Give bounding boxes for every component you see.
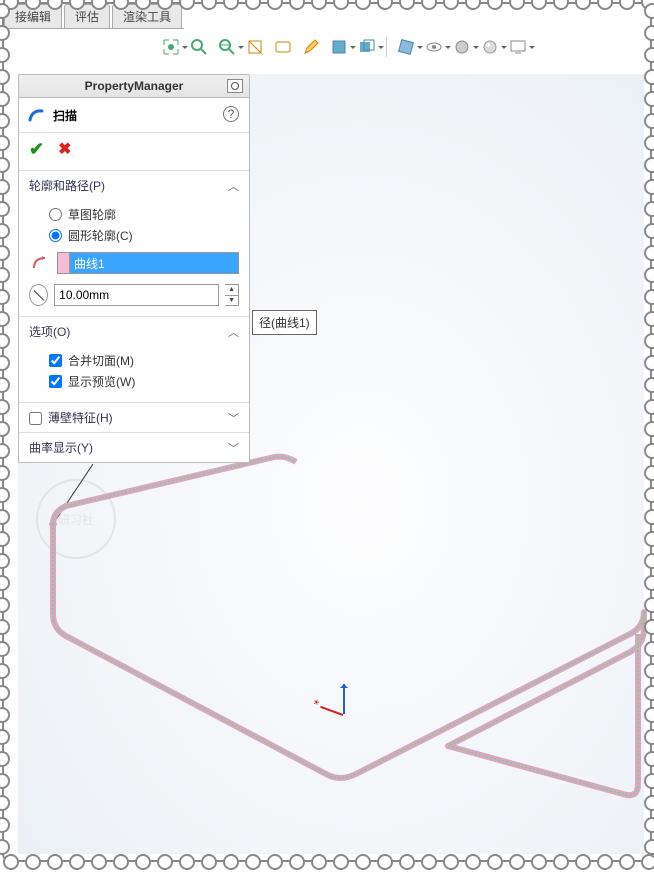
tab-render[interactable]: 渲染工具 xyxy=(112,4,182,28)
thin-feature-checkbox[interactable] xyxy=(29,412,42,425)
pm-confirm-row: ✔ ✖ xyxy=(19,133,249,171)
chevron-down-icon: ﹀ xyxy=(228,440,239,456)
pm-header-title: PropertyManager xyxy=(85,79,184,93)
pencil-icon[interactable] xyxy=(300,36,322,58)
chevron-down-icon: ﹀ xyxy=(228,410,239,426)
path-selection-input[interactable]: 曲线1 xyxy=(57,252,239,274)
chevron-up-icon: ︿ xyxy=(228,324,239,340)
pin-icon[interactable] xyxy=(227,79,243,93)
pm-header: PropertyManager xyxy=(19,75,249,98)
visibility-icon[interactable] xyxy=(423,36,445,58)
hide-show-icon[interactable] xyxy=(356,36,378,58)
display-icon[interactable] xyxy=(507,36,529,58)
property-manager-panel: PropertyManager 扫描 ? ✔ ✖ 轮廓和路径(P) ︿ 草图轮廓… xyxy=(18,74,250,463)
render-icon[interactable] xyxy=(479,36,501,58)
ok-button[interactable]: ✔ xyxy=(29,139,44,160)
command-tabs: 接编辑 评估 渲染工具 xyxy=(4,4,184,29)
section-header[interactable]: 轮廓和路径(P) ︿ xyxy=(19,171,249,200)
diameter-spinner[interactable]: ▲▼ xyxy=(225,284,239,306)
feature-name: 扫描 xyxy=(53,107,77,124)
chevron-up-icon: ︿ xyxy=(228,178,239,194)
tab-edit[interactable]: 接编辑 xyxy=(4,4,62,28)
section-header[interactable]: 薄壁特征(H) ﹀ xyxy=(19,403,249,432)
diameter-icon xyxy=(29,284,48,306)
check-show-preview[interactable]: 显示预览(W) xyxy=(29,371,239,392)
tab-evaluate[interactable]: 评估 xyxy=(64,4,110,28)
section-header[interactable]: 曲率显示(Y) ﹀ xyxy=(19,433,249,462)
diameter-input[interactable] xyxy=(54,284,219,306)
dynamic-annotation-icon[interactable] xyxy=(272,36,294,58)
section-view-icon[interactable] xyxy=(244,36,266,58)
diameter-row: ▲▼ xyxy=(29,284,239,306)
check-merge-tangent[interactable]: 合并切面(M) xyxy=(29,350,239,371)
path-selection-row: 曲线1 xyxy=(29,252,239,274)
heads-up-toolbar xyxy=(160,36,529,58)
section-thin-feature: 薄壁特征(H) ﹀ xyxy=(19,403,249,433)
appearance-icon[interactable] xyxy=(395,36,417,58)
zoom-area-icon[interactable] xyxy=(188,36,210,58)
help-icon[interactable]: ? xyxy=(223,106,239,122)
previous-view-icon[interactable] xyxy=(216,36,238,58)
section-header[interactable]: 选项(O) ︿ xyxy=(19,317,249,346)
sweep-icon xyxy=(27,106,45,124)
section-options: 选项(O) ︿ 合并切面(M) 显示预览(W) xyxy=(19,317,249,403)
pm-feature-title: 扫描 ? xyxy=(19,98,249,133)
path-tooltip: 径(曲线1) xyxy=(252,310,317,335)
radio-sketch-profile[interactable]: 草图轮廓 xyxy=(29,204,239,225)
radio-circular-profile[interactable]: 圆形轮廓(C) xyxy=(29,225,239,246)
watermark-badge: 研习社 xyxy=(36,479,116,559)
section-profile-path: 轮廓和路径(P) ︿ 草图轮廓 圆形轮廓(C) 曲线1 ▲▼ xyxy=(19,171,249,317)
display-style-icon[interactable] xyxy=(328,36,350,58)
section-curvature-display: 曲率显示(Y) ﹀ xyxy=(19,433,249,462)
cancel-button[interactable]: ✖ xyxy=(58,139,71,160)
zoom-fit-icon[interactable] xyxy=(160,36,182,58)
path-icon xyxy=(29,252,51,274)
scene-icon[interactable] xyxy=(451,36,473,58)
